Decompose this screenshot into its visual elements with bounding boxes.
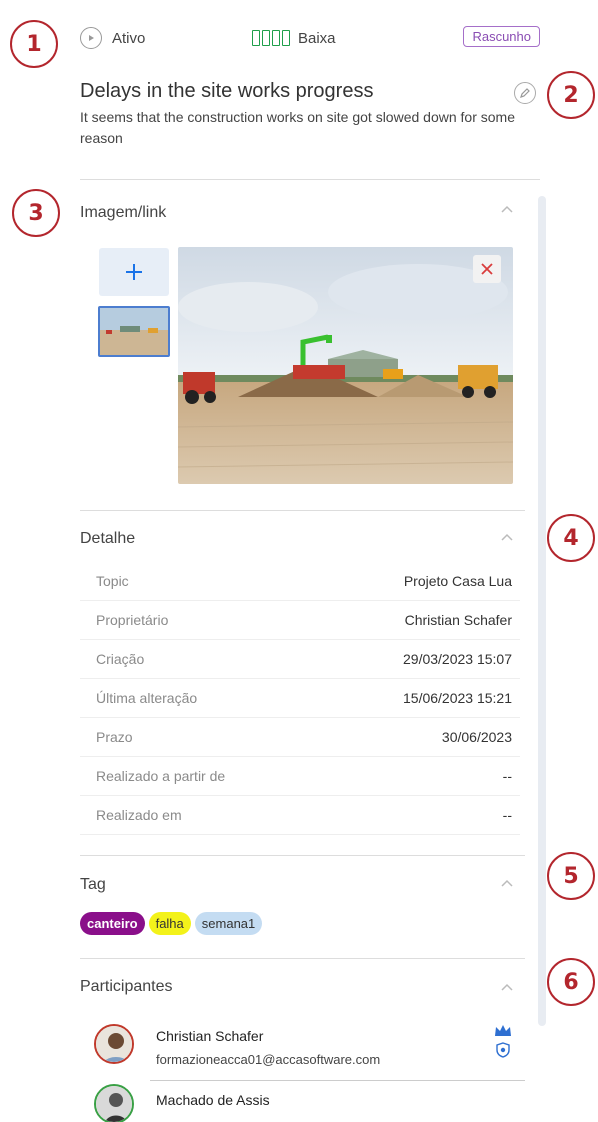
detail-label: Prazo bbox=[96, 729, 133, 745]
construction-site-image bbox=[178, 247, 513, 484]
detail-value: 29/03/2023 15:07 bbox=[403, 651, 512, 667]
status-row: Ativo Baixa Rascunho bbox=[80, 20, 540, 56]
chevron-up-icon[interactable] bbox=[500, 982, 514, 992]
priority-label: Baixa bbox=[298, 29, 336, 47]
tag-chip[interactable]: semana1 bbox=[194, 912, 263, 935]
detail-row-modified: Última alteração 15/06/2023 15:21 bbox=[80, 679, 520, 718]
callout-5: 5 bbox=[547, 852, 595, 900]
participant-divider bbox=[150, 1080, 525, 1081]
callout-1: 1 bbox=[10, 20, 58, 68]
detail-label: Proprietário bbox=[96, 612, 169, 628]
detail-label: Realizado em bbox=[96, 807, 182, 823]
callout-2: 2 bbox=[547, 71, 595, 119]
callout-3: 3 bbox=[12, 189, 60, 237]
priority-indicator[interactable]: Baixa bbox=[252, 30, 336, 47]
image-thumbnail[interactable] bbox=[98, 306, 170, 357]
detail-value: Christian Schafer bbox=[404, 612, 512, 628]
issue-description: It seems that the construction works on … bbox=[80, 109, 515, 146]
chevron-up-icon[interactable] bbox=[500, 532, 514, 542]
scrollbar[interactable] bbox=[538, 196, 546, 1026]
participant-item[interactable]: Christian Schafer formazioneacca01@accas… bbox=[80, 1020, 525, 1080]
tag-chip[interactable]: canteiro bbox=[80, 912, 145, 935]
issue-title: Delays in the site works progress bbox=[80, 80, 374, 102]
detail-label: Última alteração bbox=[96, 690, 198, 706]
detail-value: Projeto Casa Lua bbox=[403, 573, 512, 589]
detail-row-done-from: Realizado a partir de -- bbox=[80, 757, 520, 796]
tag-list: canteiro falha semana1 bbox=[80, 912, 263, 935]
detail-row-topic: Topic Projeto Casa Lua bbox=[80, 562, 520, 601]
plus-icon bbox=[126, 264, 142, 280]
image-divider bbox=[80, 510, 525, 511]
close-icon bbox=[481, 263, 493, 275]
tag-chip[interactable]: falha bbox=[148, 912, 191, 935]
detail-divider bbox=[80, 855, 525, 856]
priority-bars-icon bbox=[252, 30, 290, 46]
remove-image-button[interactable] bbox=[473, 255, 501, 283]
issue-header: Delays in the site works progress It see… bbox=[80, 80, 550, 149]
avatar bbox=[94, 1024, 134, 1064]
detail-value: 15/06/2023 15:21 bbox=[403, 690, 512, 706]
detail-label: Criação bbox=[96, 651, 145, 667]
status-toggle[interactable]: Ativo bbox=[80, 27, 145, 49]
shield-gear-icon bbox=[496, 1042, 510, 1058]
participant-name: Machado de Assis bbox=[156, 1092, 270, 1108]
detail-row-done-at: Realizado em -- bbox=[80, 796, 520, 835]
section-title-detail: Detalhe bbox=[80, 530, 136, 547]
detail-value: -- bbox=[502, 807, 512, 823]
header-divider bbox=[80, 179, 540, 180]
detail-label: Realizado a partir de bbox=[96, 768, 226, 784]
detail-row-owner: Proprietário Christian Schafer bbox=[80, 601, 520, 640]
detail-value: 30/06/2023 bbox=[441, 729, 512, 745]
section-title-participants: Participantes bbox=[80, 978, 173, 995]
chevron-up-icon[interactable] bbox=[500, 204, 514, 214]
section-title-image: Imagem/link bbox=[80, 204, 167, 221]
detail-row-created: Criação 29/03/2023 15:07 bbox=[80, 640, 520, 679]
callout-4: 4 bbox=[547, 514, 595, 562]
participant-email: formazioneacca01@accasoftware.com bbox=[156, 1052, 381, 1067]
callout-6: 6 bbox=[547, 958, 595, 1006]
detail-label: Topic bbox=[96, 573, 129, 589]
crown-icon bbox=[495, 1025, 511, 1036]
section-title-tag: Tag bbox=[80, 876, 106, 893]
detail-row-deadline: Prazo 30/06/2023 bbox=[80, 718, 520, 757]
draft-badge[interactable]: Rascunho bbox=[463, 26, 540, 47]
status-label: Ativo bbox=[112, 29, 146, 47]
add-image-button[interactable] bbox=[99, 248, 169, 296]
tag-divider bbox=[80, 958, 525, 959]
detail-value: -- bbox=[502, 768, 512, 784]
detail-list: Topic Projeto Casa Lua Proprietário Chri… bbox=[80, 562, 520, 835]
pencil-icon[interactable] bbox=[514, 82, 536, 104]
participant-name: Christian Schafer bbox=[156, 1028, 264, 1044]
avatar bbox=[94, 1084, 134, 1122]
play-circle-icon[interactable] bbox=[80, 27, 102, 49]
participant-item[interactable]: Machado de Assis bbox=[80, 1082, 525, 1122]
chevron-up-icon[interactable] bbox=[500, 878, 514, 888]
